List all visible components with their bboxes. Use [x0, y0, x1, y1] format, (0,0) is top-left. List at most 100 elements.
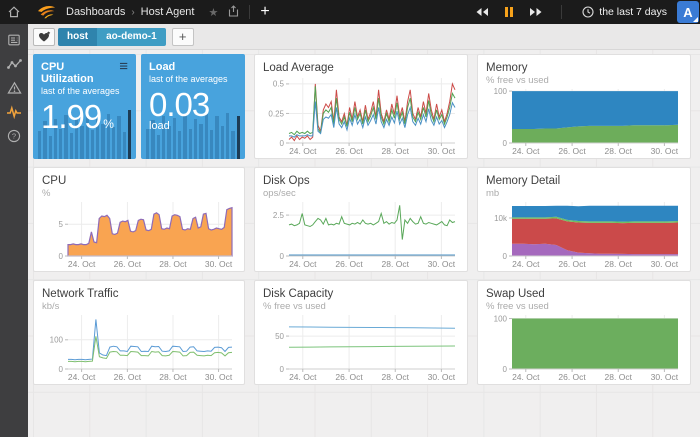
- time-range-selector[interactable]: the last 7 days: [582, 6, 667, 18]
- panel-title: Load Average: [263, 61, 459, 75]
- metrics-icon: [7, 57, 22, 71]
- svg-text:26. Oct: 26. Oct: [114, 259, 142, 269]
- svg-text:24. Oct: 24. Oct: [289, 372, 317, 382]
- chart-memory: 24. Oct26. Oct28. Oct30. Oct0100: [486, 86, 682, 156]
- rewind-button[interactable]: [475, 7, 489, 17]
- panel-disk-capacity[interactable]: Disk Capacity % free vs used 24. Oct26. …: [254, 280, 468, 385]
- panel-title: Disk Ops: [263, 174, 459, 188]
- breadcrumb-separator-icon: ›: [131, 7, 134, 18]
- page-title: Host Agent: [141, 6, 195, 18]
- sidebar: ?: [0, 24, 28, 437]
- svg-text:24. Oct: 24. Oct: [512, 259, 540, 269]
- svg-text:24. Oct: 24. Oct: [289, 146, 317, 156]
- svg-text:28. Oct: 28. Oct: [605, 146, 633, 156]
- svg-text:0: 0: [280, 365, 285, 374]
- svg-text:30. Oct: 30. Oct: [428, 146, 456, 156]
- svg-text:30. Oct: 30. Oct: [205, 259, 233, 269]
- panel-subtitle: % free vs used: [263, 301, 459, 312]
- pulse-icon: [6, 105, 22, 119]
- tile-title: Load: [149, 61, 175, 73]
- breadcrumb-dashboards[interactable]: Dashboards: [66, 6, 125, 18]
- svg-text:30. Oct: 30. Oct: [651, 372, 679, 382]
- topbar-divider-2: [561, 5, 562, 19]
- svg-text:26. Oct: 26. Oct: [558, 259, 586, 269]
- chart-network-traffic: 24. Oct26. Oct28. Oct30. Oct0100: [42, 312, 236, 382]
- panel-swap-used[interactable]: Swap Used % free vs used 24. Oct26. Oct2…: [477, 280, 691, 385]
- top-bar: Dashboards › Host Agent ★ + the last 7 d…: [0, 0, 700, 24]
- sidebar-item-alerts[interactable]: [0, 76, 28, 100]
- tag-ao-demo-1[interactable]: ao-demo-1: [97, 28, 166, 46]
- tile-value: 0.03: [149, 86, 209, 123]
- panel-title: CPU: [42, 174, 236, 188]
- alert-triangle-icon: [7, 81, 22, 95]
- sidebar-item-dashboards[interactable]: [0, 28, 28, 52]
- pause-button[interactable]: [505, 7, 513, 17]
- svg-text:28. Oct: 28. Oct: [382, 146, 410, 156]
- tile-load[interactable]: Load last of the averages 0.03 load: [141, 54, 245, 159]
- panel-load-average[interactable]: Load Average 24. Oct 26. Oct 28. Oct 30. Oc…: [254, 54, 468, 159]
- tag-group: host ao-demo-1: [58, 28, 166, 46]
- add-dashboard-button[interactable]: +: [260, 4, 269, 20]
- panel-title: Network Traffic: [42, 287, 236, 301]
- tag-host[interactable]: host: [58, 28, 97, 46]
- avatar-initial: A: [683, 5, 692, 20]
- chart-load-average: 24. Oct26. Oct28. Oct30. Oct00.250.5: [263, 75, 459, 156]
- svg-text:30. Oct: 30. Oct: [428, 259, 456, 269]
- sidebar-item-metrics[interactable]: [0, 52, 28, 76]
- panel-memory[interactable]: Memory % free vs used 24. Oct26. Oct28. …: [477, 54, 691, 159]
- svg-text:100: 100: [494, 314, 508, 323]
- tile-subtitle: last of the averages: [41, 86, 128, 96]
- topbar-divider: [249, 5, 250, 19]
- svg-text:24. Oct: 24. Oct: [68, 259, 96, 269]
- tile-subtitle: last of the averages: [149, 74, 237, 84]
- favorite-tags-button[interactable]: [33, 28, 55, 46]
- svg-text:24. Oct: 24. Oct: [512, 372, 540, 382]
- svg-text:50: 50: [275, 332, 284, 341]
- svg-text:28. Oct: 28. Oct: [159, 372, 187, 382]
- panel-disk-ops[interactable]: Disk Ops ops/sec 24. Oct26. Oct28. Oct30…: [254, 167, 468, 272]
- add-tag-button[interactable]: +: [172, 28, 194, 46]
- svg-text:10k: 10k: [494, 214, 508, 223]
- topbar-right-group: the last 7 days A: [467, 1, 700, 23]
- sidebar-item-help[interactable]: ?: [0, 124, 28, 148]
- panel-subtitle: % free vs used: [486, 75, 682, 86]
- panel-network-traffic[interactable]: Network Traffic kb/s 24. Oct26. Oct28. O…: [33, 280, 245, 385]
- clock-icon: [582, 6, 594, 18]
- chart-disk-ops: 24. Oct26. Oct28. Oct30. Oct02.5: [263, 199, 459, 269]
- svg-text:100: 100: [50, 336, 64, 345]
- panel-subtitle: % free vs used: [486, 301, 682, 312]
- home-button[interactable]: [0, 0, 28, 24]
- heart-star-icon: [38, 31, 51, 43]
- solarwinds-logo-icon[interactable]: [36, 3, 58, 21]
- svg-text:26. Oct: 26. Oct: [335, 146, 363, 156]
- sidebar-item-pulse[interactable]: [0, 100, 28, 124]
- app-root: Dashboards › Host Agent ★ + the last 7 d…: [0, 0, 700, 437]
- tile-value: 1.99: [41, 98, 101, 135]
- svg-text:28. Oct: 28. Oct: [159, 259, 187, 269]
- panel-title: Swap Used: [486, 287, 682, 301]
- tile-menu-icon[interactable]: ≡: [119, 61, 128, 73]
- forward-button[interactable]: [529, 7, 543, 17]
- panel-subtitle: mb: [486, 188, 682, 199]
- svg-text:26. Oct: 26. Oct: [114, 372, 142, 382]
- panel-subtitle: ops/sec: [263, 188, 459, 199]
- avatar[interactable]: A: [677, 1, 699, 23]
- home-icon: [7, 5, 21, 19]
- tag-bar: host ao-demo-1 +: [28, 24, 700, 50]
- panel-memory-detail[interactable]: Memory Detail mb 24. Oct26. Oct28. Oct30…: [477, 167, 691, 272]
- svg-text:0: 0: [280, 252, 285, 261]
- favorite-star-icon[interactable]: ★: [209, 6, 219, 19]
- chart-memory-detail: 24. Oct26. Oct28. Oct30. Oct010k: [486, 199, 682, 269]
- svg-text:0: 0: [503, 139, 508, 148]
- svg-text:0: 0: [59, 365, 64, 374]
- panel-title: Memory Detail: [486, 174, 682, 188]
- svg-text:26. Oct: 26. Oct: [558, 372, 586, 382]
- svg-text:100: 100: [494, 87, 508, 96]
- tile-cpu-utilization[interactable]: CPU Utilization ≡ last of the averages 1…: [33, 54, 136, 159]
- panel-cpu[interactable]: CPU % 24. Oct26. Oct28. Oct30. Oct05: [33, 167, 245, 272]
- svg-text:0: 0: [59, 252, 64, 261]
- svg-text:5: 5: [59, 220, 64, 229]
- svg-text:26. Oct: 26. Oct: [335, 372, 363, 382]
- share-icon[interactable]: [228, 5, 239, 20]
- svg-text:0: 0: [503, 365, 508, 374]
